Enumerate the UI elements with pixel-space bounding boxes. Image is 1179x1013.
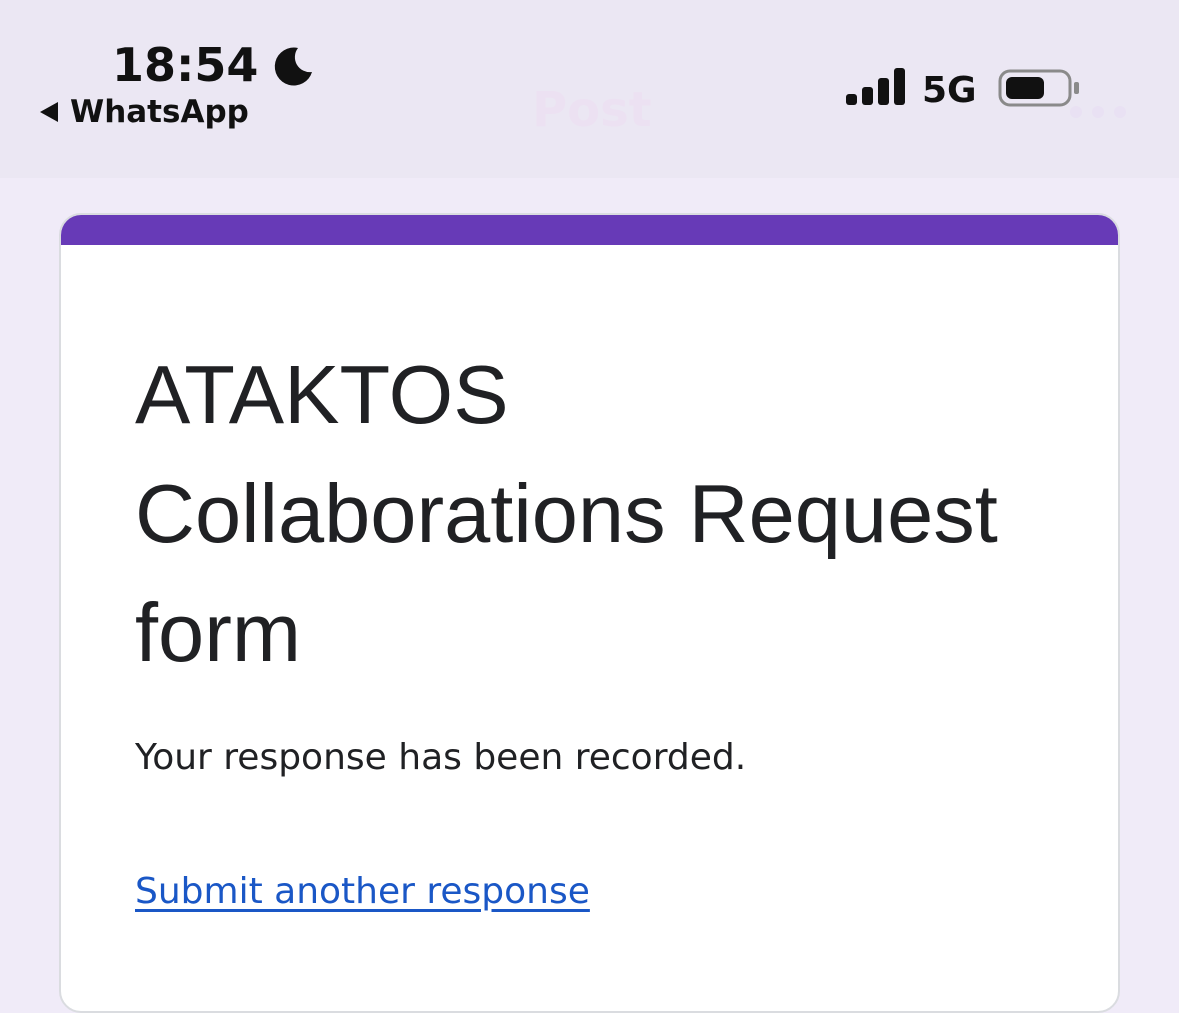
battery-icon	[998, 69, 1079, 107]
back-arrow-icon	[40, 102, 58, 122]
signal-bars-icon	[846, 68, 905, 105]
status-bar: 18:54 WhatsApp Post 5G	[0, 0, 1179, 178]
moon-icon	[274, 47, 312, 86]
submit-another-response-link[interactable]: Submit another response	[135, 871, 590, 912]
status-time: 18:54	[112, 38, 259, 92]
confirmation-message: Your response has been recorded.	[135, 737, 747, 778]
network-type: 5G	[922, 70, 977, 111]
background-page-title: Post	[532, 82, 652, 138]
form-card: ATAKTOS Collaborations Request form Your…	[59, 213, 1120, 1013]
back-to-app-button[interactable]: WhatsApp	[38, 94, 249, 130]
more-options-icon	[1070, 106, 1126, 118]
form-accent-bar	[61, 215, 1118, 245]
form-title: ATAKTOS Collaborations Request form	[135, 348, 998, 679]
back-app-label: WhatsApp	[70, 94, 249, 130]
